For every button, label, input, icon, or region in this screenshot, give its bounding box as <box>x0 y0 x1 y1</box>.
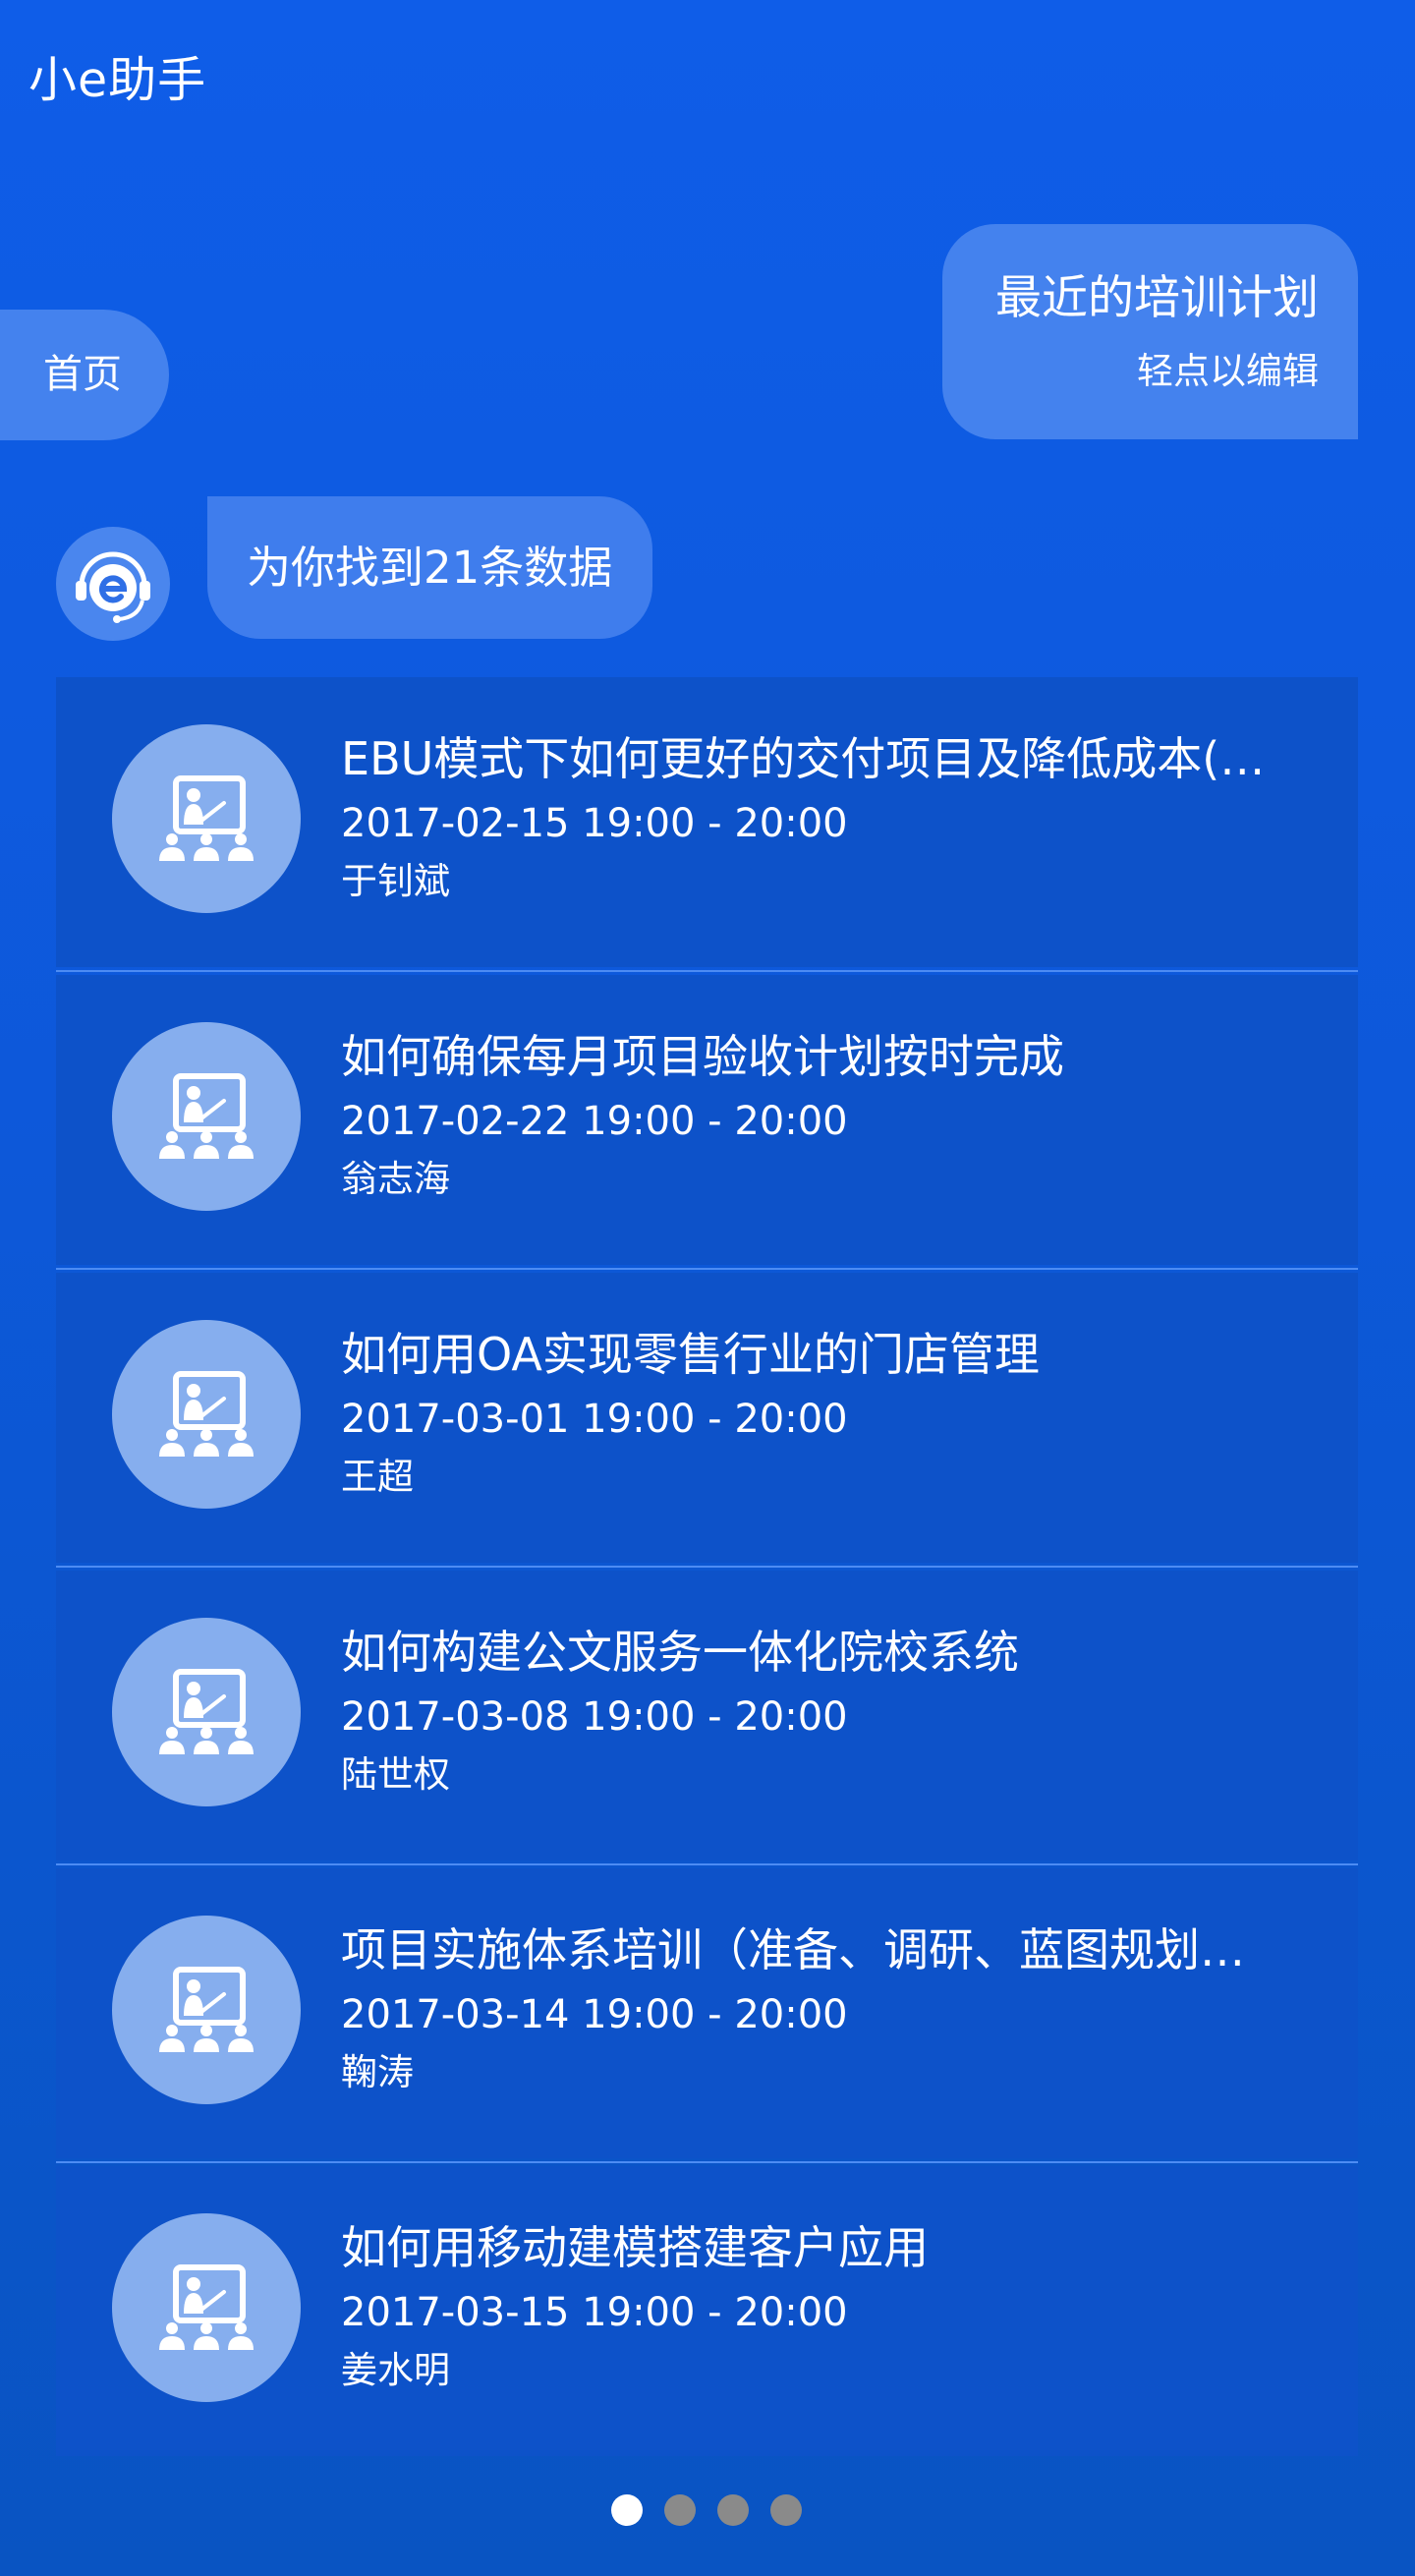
training-thumbnail <box>112 1618 301 1806</box>
training-speaker: 姜水明 <box>341 2349 450 2391</box>
training-speaker: 于钊斌 <box>341 860 450 902</box>
training-card[interactable]: 如何确保每月项目验收计划按时完成 2017-02-22 19:00 - 20:00… <box>56 975 1358 1265</box>
page-dot-2[interactable] <box>664 2494 696 2526</box>
training-time: 2017-02-15 19:00 - 20:00 <box>341 801 848 846</box>
training-thumbnail <box>112 1022 301 1211</box>
training-thumbnail <box>112 724 301 913</box>
tap-to-edit-hint: 轻点以编辑 <box>1137 350 1319 392</box>
training-speaker: 鞠涛 <box>341 2051 414 2093</box>
training-classroom-icon <box>159 775 254 861</box>
training-time: 2017-03-08 19:00 - 20:00 <box>341 1694 848 1740</box>
training-classroom-icon <box>159 1967 254 2052</box>
list-divider <box>56 1863 1358 1865</box>
training-classroom-icon <box>159 1073 254 1159</box>
training-thumbnail <box>112 1320 301 1509</box>
page-title: 小e助手 <box>28 52 207 108</box>
training-title: 项目实施体系培训（准备、调研、蓝图规划… <box>341 1923 1245 1976</box>
training-title: 如何确保每月项目验收计划按时完成 <box>341 1030 1064 1083</box>
list-divider <box>56 1268 1358 1270</box>
training-classroom-icon <box>159 1371 254 1457</box>
training-card[interactable]: EBU模式下如何更好的交付项目及降低成本(… 2017-02-15 19:00 -… <box>56 677 1358 967</box>
training-time: 2017-03-15 19:00 - 20:00 <box>341 2290 848 2335</box>
training-classroom-icon <box>159 2264 254 2350</box>
list-divider <box>56 2161 1358 2163</box>
training-time: 2017-03-14 19:00 - 20:00 <box>341 1992 848 2037</box>
training-title: EBU模式下如何更好的交付项目及降低成本(… <box>341 732 1266 785</box>
bot-avatar <box>56 527 170 641</box>
page-dot-4[interactable] <box>770 2494 802 2526</box>
list-divider <box>56 1566 1358 1568</box>
bot-message-text: 为你找到21条数据 <box>247 542 613 594</box>
page-dot-1[interactable] <box>611 2494 643 2526</box>
home-button-label: 首页 <box>43 352 122 397</box>
user-query-text: 最近的培训计划 <box>995 271 1319 325</box>
training-speaker: 王超 <box>341 1456 414 1498</box>
training-card[interactable]: 如何用移动建模搭建客户应用 2017-03-15 19:00 - 20:00 姜水明 <box>56 2166 1358 2456</box>
bot-message-bubble: 为你找到21条数据 <box>207 496 652 639</box>
training-title: 如何用OA实现零售行业的门店管理 <box>341 1328 1040 1381</box>
training-time: 2017-02-22 19:00 - 20:00 <box>341 1099 848 1144</box>
headset-e-logo-icon <box>76 551 150 623</box>
training-title: 如何用移动建模搭建客户应用 <box>341 2221 929 2274</box>
page-dot-3[interactable] <box>717 2494 749 2526</box>
training-classroom-icon <box>159 1669 254 1754</box>
training-card[interactable]: 如何用OA实现零售行业的门店管理 2017-03-01 19:00 - 20:00… <box>56 1273 1358 1563</box>
training-thumbnail <box>112 1916 301 2104</box>
training-time: 2017-03-01 19:00 - 20:00 <box>341 1397 848 1442</box>
user-query-bubble[interactable]: 最近的培训计划 轻点以编辑 <box>942 224 1358 439</box>
training-thumbnail <box>112 2213 301 2402</box>
result-list: EBU模式下如何更好的交付项目及降低成本(… 2017-02-15 19:00 -… <box>56 677 1358 2459</box>
list-divider <box>56 970 1358 972</box>
training-card[interactable]: 项目实施体系培训（准备、调研、蓝图规划… 2017-03-14 19:00 - 2… <box>56 1868 1358 2158</box>
training-card[interactable]: 如何构建公文服务一体化院校系统 2017-03-08 19:00 - 20:00 陆… <box>56 1571 1358 1860</box>
training-title: 如何构建公文服务一体化院校系统 <box>341 1626 1019 1679</box>
training-speaker: 翁志海 <box>341 1158 450 1200</box>
home-button[interactable]: 首页 <box>0 310 169 440</box>
training-speaker: 陆世权 <box>341 1753 450 1796</box>
